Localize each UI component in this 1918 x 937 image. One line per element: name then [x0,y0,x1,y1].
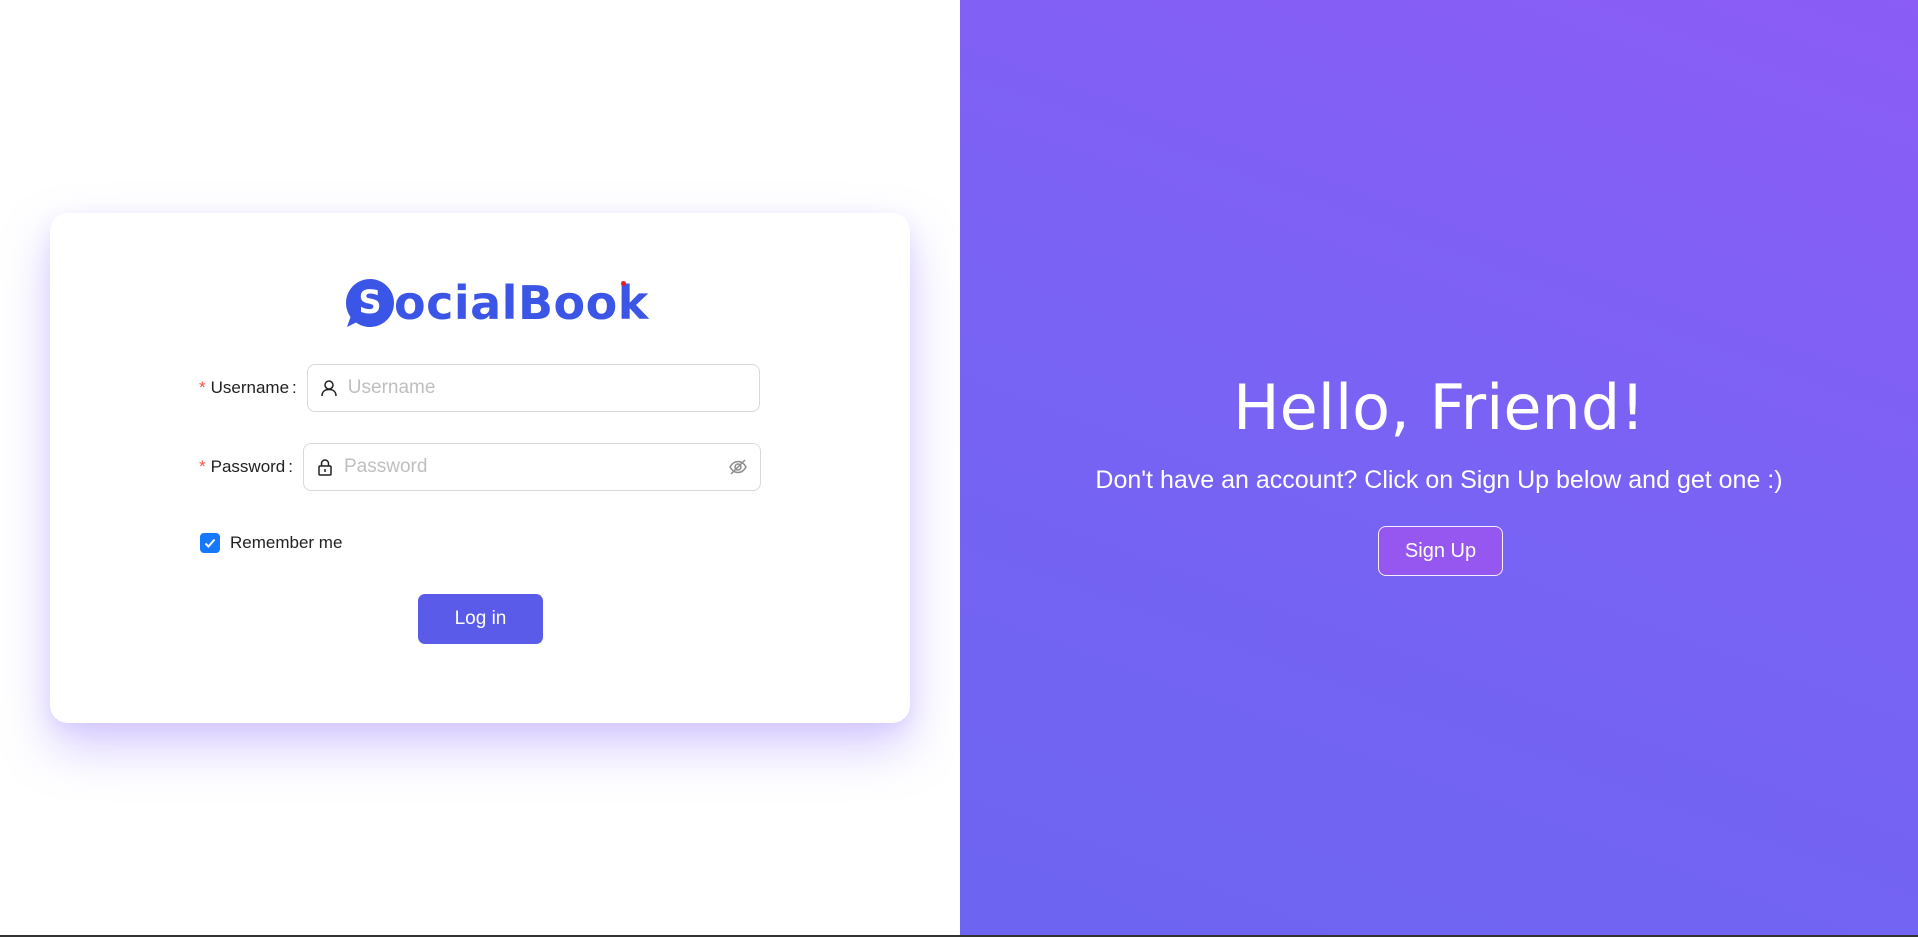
password-label: * Password : [199,457,293,476]
login-card: S ocialBook * Username : Username * Pass… [50,213,910,723]
password-row: * Password : [199,443,761,491]
username-field[interactable] [306,364,760,412]
brand-logo: S ocialBook [344,273,649,333]
remember-me-option[interactable]: Remember me [200,533,342,553]
brand-dot [621,281,626,286]
socialbook-logo-icon: S [344,277,396,329]
password-label-text: Password [210,457,286,476]
lock-icon [316,458,334,476]
remember-me-label: Remember me [230,533,343,552]
password-field[interactable] [303,443,761,491]
welcome-heading: Hello, Friend! [1232,371,1646,444]
login-pane: S ocialBook * Username : Username * Pass… [0,0,960,937]
signup-button[interactable]: Sign Up [1378,526,1503,576]
required-marker: * [199,378,206,397]
password-input[interactable] [342,455,728,479]
login-button[interactable]: Log in [418,594,543,644]
brand-name: ocialBook [394,276,649,330]
required-marker: * [199,457,206,476]
username-label-text: Username [210,378,290,397]
username-row: * Username : [199,364,760,412]
welcome-message: Don't have an account? Click on Sign Up … [1095,466,1783,494]
user-icon [320,379,338,397]
username-input[interactable] [345,376,747,400]
eye-invisible-icon[interactable] [728,457,748,477]
svg-text:S: S [358,283,381,321]
username-label: * Username : [199,378,297,397]
remember-me-checkbox[interactable] [200,533,220,553]
